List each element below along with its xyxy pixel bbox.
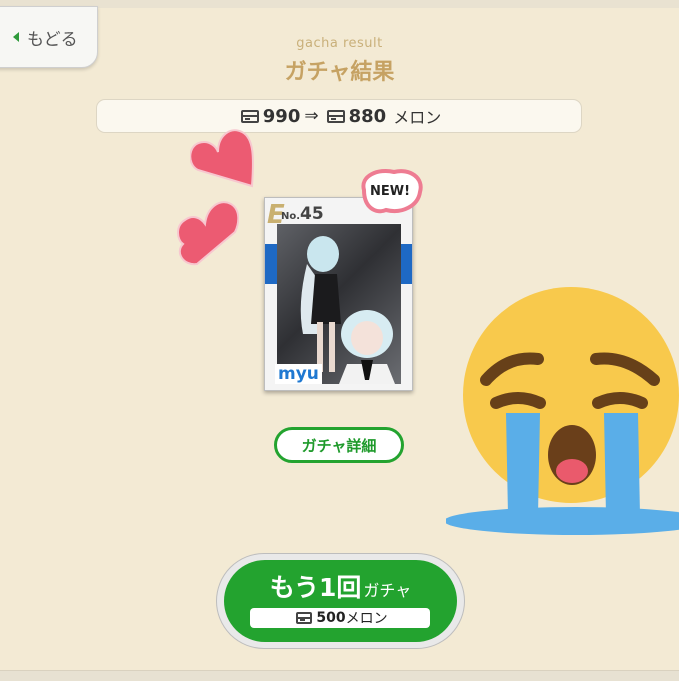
currency-unit: メロン	[393, 108, 442, 127]
heart-icon	[190, 129, 254, 188]
melon-card-icon	[326, 109, 345, 123]
heart-icon	[177, 201, 239, 266]
new-badge: NEW!	[358, 168, 424, 218]
character-art	[277, 224, 401, 384]
retry-cost-value: 500	[316, 610, 346, 626]
bottom-frame	[0, 670, 679, 681]
melon-card-icon	[240, 109, 259, 123]
retry-gacha-button[interactable]: もう1回 ガチャ 500 メロン	[224, 560, 457, 642]
retry-main-label: もう1回	[269, 573, 362, 602]
card-number: No.45	[281, 204, 324, 224]
page-subtitle: gacha result	[296, 36, 383, 51]
page-title: ガチャ結果	[284, 60, 395, 85]
new-badge-text: NEW!	[370, 184, 411, 199]
retry-cost-unit: メロン	[345, 611, 388, 627]
retry-cost: 500 メロン	[250, 608, 430, 628]
arrow-label: ⇒	[304, 106, 319, 126]
loudly-crying-face-icon	[444, 285, 679, 535]
top-frame	[0, 0, 679, 8]
currency-change-bar: 990 ⇒ 880 メロン	[96, 99, 582, 133]
retry-sub-label: ガチャ	[363, 581, 412, 600]
gacha-result-card[interactable]: E No.45 myu	[264, 197, 413, 391]
balance-after: 880	[348, 105, 387, 127]
gacha-details-button[interactable]: ガチャ詳細	[274, 427, 404, 463]
melon-card-icon	[296, 612, 313, 624]
character-name: myu	[275, 364, 322, 384]
balance-before: 990	[262, 105, 301, 127]
